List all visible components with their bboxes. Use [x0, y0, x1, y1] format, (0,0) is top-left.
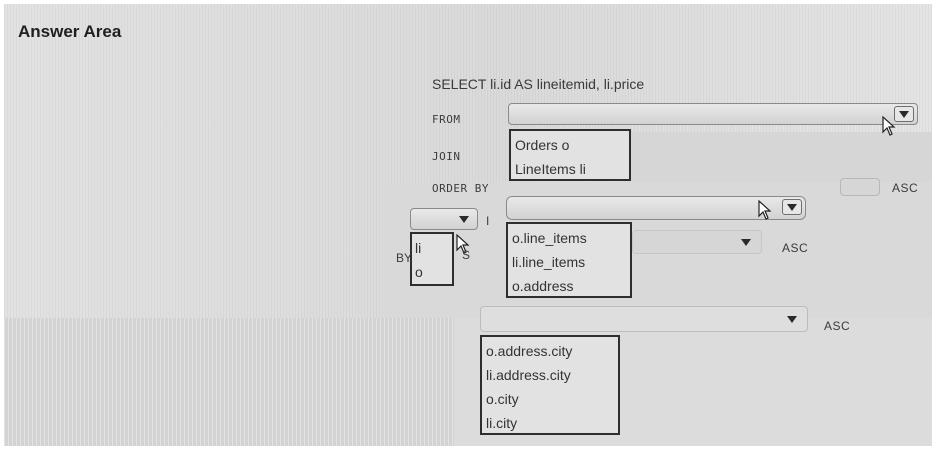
from-dropdown[interactable]: [508, 103, 918, 125]
option-o-line-items[interactable]: o.line_items: [512, 226, 626, 250]
option-o-address[interactable]: o.address: [512, 274, 626, 298]
option-lineitems[interactable]: LineItems li: [515, 157, 625, 181]
asc-label: ASC: [782, 241, 809, 255]
by-keyword: BY: [396, 251, 413, 265]
caret-down-icon: [782, 199, 802, 215]
option-li-line-items[interactable]: li.line_items: [512, 250, 626, 274]
join-options-list: o.line_items li.line_items o.address: [506, 222, 632, 298]
answer-area: Answer Area SELECT li.id AS lineitemid, …: [4, 4, 932, 446]
option-o-address-city[interactable]: o.address.city: [486, 339, 614, 363]
sort-field-dropdown[interactable]: [632, 230, 762, 254]
caret-down-icon: [787, 316, 797, 323]
order-by-dropdown[interactable]: [840, 178, 880, 196]
asc-label: ASC: [892, 181, 919, 195]
join-keyword: JOIN: [432, 150, 461, 163]
option-o[interactable]: o: [415, 260, 449, 284]
asc-label: ASC: [824, 319, 851, 333]
condition-fragment: S: [462, 248, 471, 262]
select-statement: SELECT li.id AS lineitemid, li.price: [432, 76, 645, 92]
background-band: [4, 318, 454, 446]
option-li-city[interactable]: li.city: [486, 411, 614, 435]
join-condition-fragment: I: [486, 214, 490, 228]
background-band: [624, 132, 932, 182]
alias-dropdown[interactable]: [410, 208, 478, 230]
from-keyword: FROM: [432, 113, 461, 126]
caret-down-icon: [741, 239, 751, 246]
caret-down-icon: [894, 106, 914, 122]
from-options-list: Orders o LineItems li: [509, 129, 631, 181]
option-orders[interactable]: Orders o: [515, 133, 625, 157]
answer-area-title: Answer Area: [18, 22, 122, 41]
option-li[interactable]: li: [415, 236, 449, 260]
caret-down-icon: [459, 216, 469, 223]
alias-options-list: li o: [410, 232, 454, 286]
order-options-list: o.address.city li.address.city o.city li…: [480, 335, 620, 435]
option-li-address-city[interactable]: li.address.city: [486, 363, 614, 387]
order-field-dropdown[interactable]: [480, 306, 808, 332]
order-by-keyword: ORDER BY: [432, 182, 489, 195]
option-o-city[interactable]: o.city: [486, 387, 614, 411]
